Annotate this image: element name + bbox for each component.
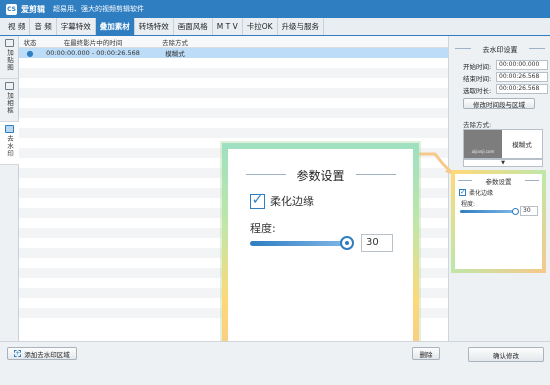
menu-picture-style[interactable]: 画面风格 (174, 18, 213, 35)
menu-karaoke[interactable]: 卡拉OK (243, 18, 278, 35)
menu-video[interactable]: 视 频 (4, 18, 31, 35)
params-title: 参数设置 (485, 178, 512, 186)
app-slogan: 超易用、强大的视频剪辑软件 (53, 5, 144, 13)
empty-list-row (19, 118, 448, 128)
divider (525, 180, 539, 181)
end-time-field[interactable]: 00:00:26.568 (496, 72, 548, 82)
menu-audio[interactable]: 音 频 (30, 18, 57, 35)
duration-label: 选取时长: (463, 87, 492, 95)
degree-label: 程度: (461, 201, 476, 208)
soften-edges-checkbox[interactable]: ✓ 柔化边缘 (459, 188, 493, 197)
modify-range-button[interactable]: 修改时间段与区域 (463, 98, 535, 109)
tab-label: 去水印 (5, 135, 14, 158)
checkmark-icon: ✓ (250, 191, 265, 209)
side-tabs: 加贴图 加相框 去水印 (0, 36, 19, 385)
sticker-icon (5, 39, 14, 47)
menu-upgrade-service[interactable]: 升级与服务 (278, 18, 325, 35)
soften-edges-checkbox[interactable]: ✓ 柔化边缘 (250, 193, 314, 209)
app-logo-icon: CS (6, 3, 17, 15)
delete-button[interactable]: 删除 (412, 347, 440, 360)
empty-list-row (19, 108, 448, 118)
slider-handle[interactable] (340, 236, 354, 250)
params-title: 参数设置 (296, 169, 345, 183)
row-time: 00:00:00.000 - 00:00:26.568 (46, 49, 140, 57)
mode-label: 去除方式: (463, 121, 492, 129)
tab-add-sticker[interactable]: 加贴图 (0, 36, 19, 79)
watermark-icon (5, 125, 14, 133)
header-mode: 去除方式 (162, 38, 188, 47)
empty-list-row (19, 98, 448, 108)
checkmark-icon: ✓ (459, 188, 466, 196)
degree-input[interactable]: 30 (361, 234, 393, 252)
main-menu: 视 频 音 频 字幕特效 叠加素材 转场特效 画面风格 M T V 卡拉OK 升… (0, 18, 550, 36)
header-status: 状态 (23, 38, 37, 47)
row-mode: 模糊式 (165, 50, 185, 58)
mode-thumbnail: aijianji.com (464, 130, 502, 158)
app-name: 爱剪辑 (21, 4, 45, 14)
degree-label: 程度: (250, 222, 276, 235)
menu-mtv[interactable]: M T V (213, 18, 243, 35)
add-region-icon: + (14, 350, 22, 357)
title-bar: CS 爱剪辑 超易用、强大的视频剪辑软件 (0, 0, 550, 18)
start-time-label: 开始时间: (463, 63, 492, 71)
menu-transition-effects[interactable]: 转场特效 (135, 18, 174, 35)
slider-handle[interactable] (512, 208, 519, 215)
params-panel-small: 参数设置 ✓ 柔化边缘 程度: 30 (451, 170, 546, 273)
menu-subtitle-effects[interactable]: 字幕特效 (57, 18, 96, 35)
degree-slider[interactable] (460, 210, 515, 213)
empty-list-row (19, 68, 448, 78)
divider (356, 174, 396, 175)
frame-icon (5, 82, 14, 90)
confirm-modify-button[interactable]: 确认修改 (468, 347, 544, 362)
menu-overlay-material[interactable]: 叠加素材 (95, 18, 135, 35)
status-dot-icon: ● (26, 48, 34, 58)
zoom-arrow-icon (415, 152, 453, 174)
panel-title: 去水印设置 (482, 46, 518, 54)
add-button-label: 添加去水印区域 (24, 350, 70, 359)
list-header: 状态 在最终影片中的时间 去除方式 (19, 36, 448, 48)
add-watermark-region-button[interactable]: + 添加去水印区域 (7, 347, 77, 360)
degree-slider[interactable] (250, 241, 346, 246)
start-time-field[interactable]: 00:00:00.000 (496, 60, 548, 70)
mode-selector[interactable]: aijianji.com 模糊式 (463, 129, 543, 159)
header-time: 在最终影片中的时间 (63, 38, 123, 47)
tab-label: 加贴图 (5, 49, 14, 72)
soften-edges-label: 柔化边缘 (270, 195, 314, 208)
mode-dropdown-icon[interactable]: ▼ (463, 159, 543, 167)
degree-input[interactable]: 30 (520, 206, 538, 216)
tab-remove-watermark[interactable]: 去水印 (0, 122, 19, 165)
empty-list-row (19, 88, 448, 98)
empty-list-row (19, 128, 448, 138)
tab-label: 加相框 (5, 92, 14, 115)
end-time-label: 结束时间: (463, 75, 492, 83)
divider (529, 48, 545, 49)
empty-list-row (19, 78, 448, 88)
list-row[interactable]: ● 00:00:00.000 - 00:00:26.568 模糊式 (19, 48, 448, 58)
tab-add-frame[interactable]: 加相框 (0, 79, 19, 122)
params-panel-zoomed: 参数设置 ✓ 柔化边缘 程度: 30 (222, 143, 419, 371)
soften-edges-label: 柔化边缘 (469, 190, 494, 197)
mode-value: 模糊式 (512, 141, 532, 149)
bottom-bar: + 添加去水印区域 删除 确认修改 (0, 341, 550, 385)
duration-field: 00:00:26.568 (496, 84, 548, 94)
empty-list-row (19, 58, 448, 68)
